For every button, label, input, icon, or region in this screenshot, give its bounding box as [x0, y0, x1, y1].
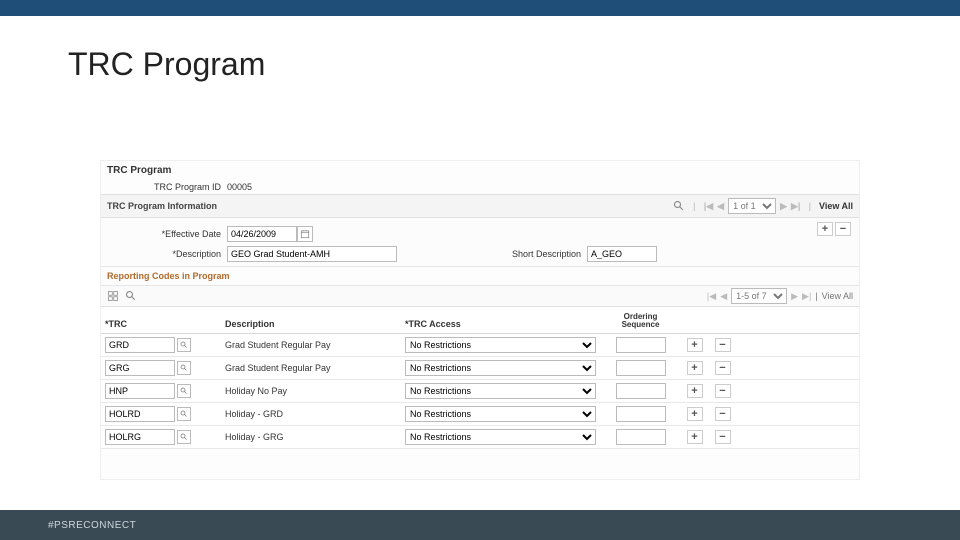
slide-footer: #PSRECONNECT	[0, 510, 960, 540]
info-section-header: TRC Program Information | |◀ ◀ 1 of 1 ▶ …	[101, 194, 859, 218]
row-add-button[interactable]: +	[687, 384, 703, 398]
trc-description: Holiday - GRD	[221, 403, 401, 425]
ordering-sequence-input[interactable]	[616, 383, 666, 399]
row-delete-button[interactable]: −	[715, 338, 731, 352]
grid-last-icon[interactable]: ▶|	[802, 291, 811, 302]
lookup-icon[interactable]	[177, 384, 191, 398]
program-id-value: 00005	[227, 182, 252, 192]
grid-pager-select[interactable]: 1-5 of 7	[731, 288, 787, 304]
row-add-button[interactable]: +	[687, 338, 703, 352]
description-input[interactable]	[227, 246, 397, 262]
info-section-controls: | |◀ ◀ 1 of 1 ▶ ▶| | View All	[673, 198, 853, 214]
table-row: Holiday - GRDNo Restrictions +−	[101, 403, 859, 426]
trc-description: Grad Student Regular Pay	[221, 334, 401, 356]
program-id-label: TRC Program ID	[107, 182, 227, 192]
info-section-title: TRC Program Information	[107, 201, 217, 211]
trc-input[interactable]	[105, 360, 175, 376]
effective-date-label: Effective Date	[107, 229, 227, 239]
row-delete-button[interactable]: −	[715, 407, 731, 421]
ordering-sequence-input[interactable]	[616, 337, 666, 353]
row-delete-button[interactable]: −	[715, 384, 731, 398]
find-grid-icon[interactable]	[125, 290, 137, 302]
row-delete-button[interactable]: −	[715, 361, 731, 375]
row-delete-button[interactable]: −	[715, 430, 731, 444]
lookup-icon[interactable]	[177, 361, 191, 375]
header-ordering-sequence: Ordering Sequence	[601, 307, 681, 333]
lookup-icon[interactable]	[177, 430, 191, 444]
lookup-icon[interactable]	[177, 407, 191, 421]
table-row: Holiday - GRGNo Restrictions +−	[101, 426, 859, 449]
grid-header-row: TRC Description TRC Access Ordering Sequ…	[101, 307, 859, 334]
header-description: Description	[221, 307, 401, 333]
trc-description: Holiday No Pay	[221, 380, 401, 402]
program-id-row: TRC Program ID 00005	[101, 180, 859, 194]
info-body: + − Effective Date Description Short Des…	[101, 218, 859, 267]
trc-access-select[interactable]: No Restrictions	[405, 429, 596, 445]
lookup-icon[interactable]	[177, 338, 191, 352]
table-row: Holiday No PayNo Restrictions +−	[101, 380, 859, 403]
prev-page-icon[interactable]: ◀	[717, 201, 724, 212]
trc-input[interactable]	[105, 383, 175, 399]
last-page-icon[interactable]: ▶|	[791, 201, 800, 212]
trc-program-window: TRC Program TRC Program ID 00005 TRC Pro…	[100, 160, 860, 480]
table-row: Grad Student Regular PayNo Restrictions +…	[101, 334, 859, 357]
grid-prev-icon[interactable]: ◀	[720, 291, 727, 302]
trc-description: Holiday - GRG	[221, 426, 401, 448]
next-page-icon[interactable]: ▶	[780, 201, 787, 212]
table-row: Grad Student Regular PayNo Restrictions +…	[101, 357, 859, 380]
trc-access-select[interactable]: No Restrictions	[405, 383, 596, 399]
trc-access-select[interactable]: No Restrictions	[405, 337, 596, 353]
trc-input[interactable]	[105, 337, 175, 353]
find-icon[interactable]	[673, 200, 685, 212]
short-description-label: Short Description	[487, 249, 587, 259]
codes-section-title: Reporting Codes in Program	[101, 267, 859, 285]
first-page-icon[interactable]: |◀	[704, 201, 713, 212]
row-add-button[interactable]: +	[687, 407, 703, 421]
delete-row-button[interactable]: −	[835, 222, 851, 236]
trc-description: Grad Student Regular Pay	[221, 357, 401, 379]
ordering-sequence-input[interactable]	[616, 360, 666, 376]
description-label: Description	[107, 249, 227, 259]
footer-hashtag: #PSRECONNECT	[48, 520, 136, 531]
slide-accent-bar	[0, 0, 960, 16]
row-add-button[interactable]: +	[687, 430, 703, 444]
effective-date-input[interactable]	[227, 226, 297, 242]
trc-access-select[interactable]: No Restrictions	[405, 406, 596, 422]
add-row-button[interactable]: +	[817, 222, 833, 236]
ordering-sequence-input[interactable]	[616, 406, 666, 422]
trc-input[interactable]	[105, 429, 175, 445]
short-description-input[interactable]	[587, 246, 657, 262]
header-trc: TRC	[101, 307, 221, 333]
grid-view-all-link[interactable]: View All	[822, 291, 853, 301]
ordering-sequence-input[interactable]	[616, 429, 666, 445]
view-all-link[interactable]: View All	[819, 201, 853, 211]
grid-toolbar: |◀ ◀ 1-5 of 7 ▶ ▶| | View All	[101, 285, 859, 307]
header-trc-access: TRC Access	[401, 307, 601, 333]
info-pager-select[interactable]: 1 of 1	[728, 198, 776, 214]
row-add-button[interactable]: +	[687, 361, 703, 375]
grid-next-icon[interactable]: ▶	[791, 291, 798, 302]
slide-title: TRC Program	[68, 46, 960, 83]
personalize-icon[interactable]	[107, 290, 119, 302]
calendar-icon[interactable]	[297, 226, 313, 242]
page-title: TRC Program	[101, 161, 859, 180]
grid-first-icon[interactable]: |◀	[707, 291, 716, 302]
trc-input[interactable]	[105, 406, 175, 422]
grid-body: Grad Student Regular PayNo Restrictions+…	[101, 334, 859, 449]
trc-access-select[interactable]: No Restrictions	[405, 360, 596, 376]
